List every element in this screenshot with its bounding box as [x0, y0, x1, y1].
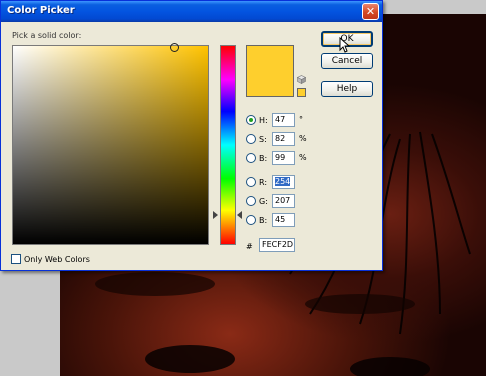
- green-radio[interactable]: [246, 196, 256, 206]
- cursor-icon: [339, 37, 351, 53]
- hex-input[interactable]: FECF2D: [259, 238, 295, 252]
- red-input[interactable]: 254: [272, 175, 295, 189]
- brightness-field-row: B: 99 %: [246, 151, 316, 167]
- green-field-row: G: 207: [246, 194, 316, 210]
- red-field-row: R: 254: [246, 175, 316, 191]
- brightness-radio[interactable]: [246, 153, 256, 163]
- brightness-label: B:: [259, 154, 268, 163]
- hue-unit: °: [299, 115, 303, 124]
- color-picker-dialog: Color Picker ✕ Pick a solid color: OK Ca…: [0, 0, 383, 271]
- green-input[interactable]: 207: [272, 194, 295, 208]
- window-title: Color Picker: [7, 5, 75, 16]
- saturation-radio[interactable]: [246, 134, 256, 144]
- only-web-colors-checkbox[interactable]: [11, 254, 21, 264]
- red-radio[interactable]: [246, 177, 256, 187]
- saturation-label: S:: [259, 135, 267, 144]
- cancel-button[interactable]: Cancel: [321, 53, 373, 69]
- color-marker[interactable]: [170, 43, 179, 52]
- help-button[interactable]: Help: [321, 81, 373, 97]
- saturation-brightness-field[interactable]: [12, 43, 209, 245]
- hue-radio[interactable]: [246, 115, 256, 125]
- hue-slider[interactable]: [220, 45, 236, 245]
- blue-field-row: B: 45: [246, 213, 316, 229]
- selected-color-swatch: [246, 45, 294, 97]
- red-label: R:: [259, 178, 268, 187]
- hue-label: H:: [259, 116, 268, 125]
- close-button[interactable]: ✕: [362, 3, 379, 20]
- green-label: G:: [259, 197, 268, 206]
- pick-color-label: Pick a solid color:: [12, 31, 82, 40]
- blue-radio[interactable]: [246, 215, 256, 225]
- blue-input[interactable]: 45: [272, 213, 295, 227]
- saturation-unit: %: [299, 134, 307, 143]
- blue-label: B:: [259, 216, 268, 225]
- brightness-input[interactable]: 99: [272, 151, 295, 165]
- saturation-input[interactable]: 82: [272, 132, 295, 146]
- hue-slider-left-handle[interactable]: [213, 211, 218, 219]
- close-icon: ✕: [365, 5, 376, 18]
- only-web-colors-label: Only Web Colors: [24, 255, 90, 264]
- hue-input[interactable]: 47: [272, 113, 295, 127]
- red-input-value: 254: [275, 177, 291, 186]
- web-safe-color-swatch[interactable]: [297, 88, 306, 97]
- cube-icon[interactable]: [297, 75, 306, 84]
- hue-slider-right-handle[interactable]: [237, 211, 242, 219]
- hex-label: #: [246, 242, 253, 251]
- title-bar[interactable]: Color Picker ✕: [1, 1, 382, 22]
- hue-field-row: H: 47 °: [246, 113, 316, 129]
- brightness-unit: %: [299, 153, 307, 162]
- saturation-field-row: S: 82 %: [246, 132, 316, 148]
